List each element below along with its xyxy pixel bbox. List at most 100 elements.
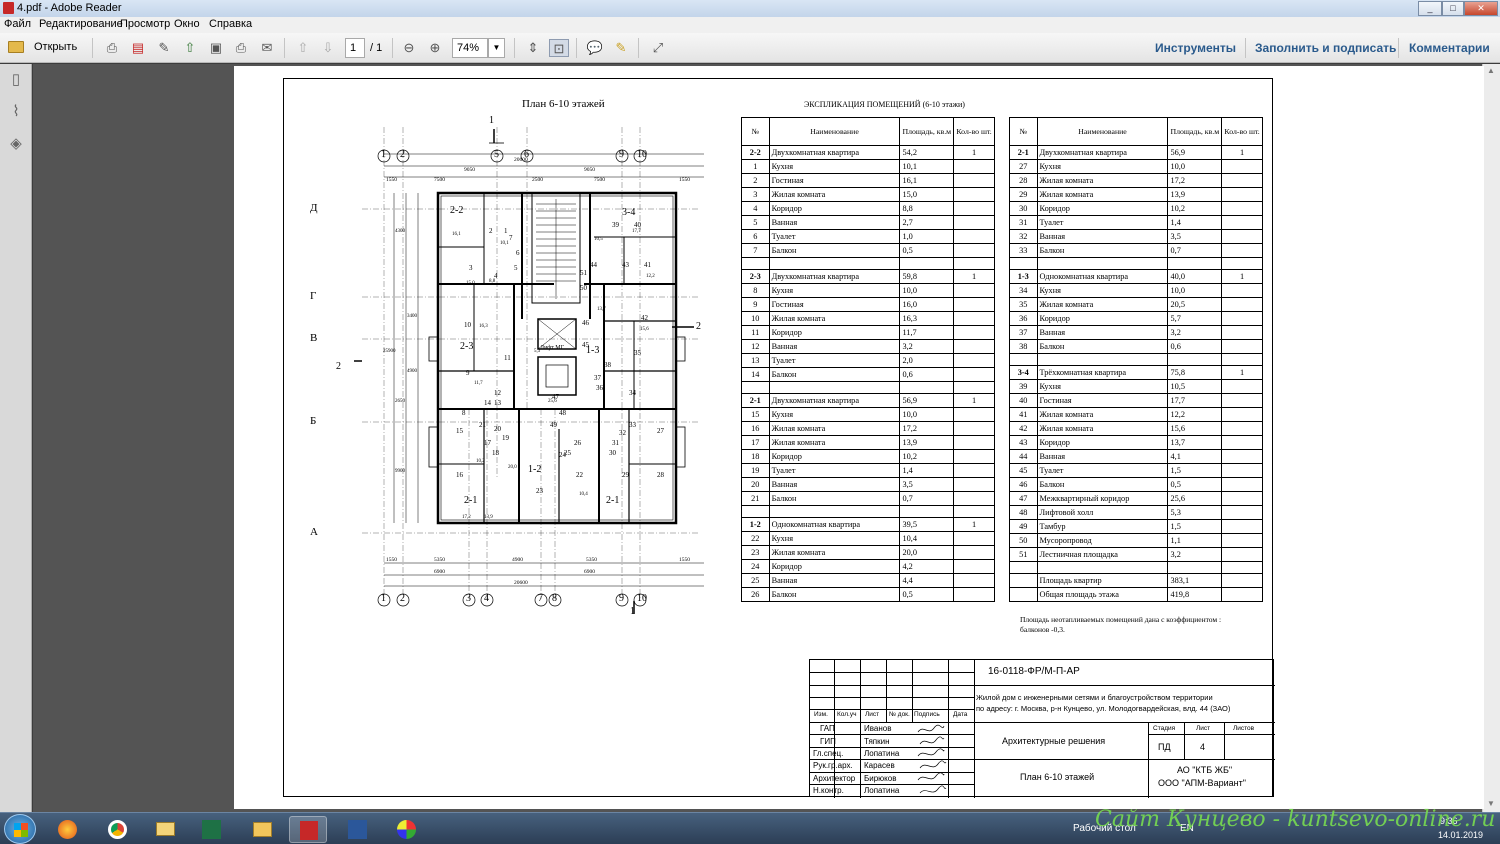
paint-icon[interactable]	[387, 816, 425, 843]
stage-value: ПД	[1158, 742, 1171, 752]
table-row: 20 Ванная 3,5	[741, 477, 995, 492]
menu-view[interactable]: Просмотр	[120, 18, 170, 30]
cell-qty	[1221, 379, 1263, 394]
tools-link[interactable]: Инструменты	[1155, 41, 1236, 55]
comment-icon[interactable]: 💬	[585, 39, 605, 57]
apartment-label: 2-2	[450, 205, 464, 216]
explication-note-1: Площадь неотапливаемых помещений дана с …	[1020, 615, 1222, 624]
apartment-label: 3-4	[622, 207, 636, 218]
axis-label-left: Д	[310, 202, 318, 214]
room-number: 30	[609, 449, 616, 457]
excel-icon[interactable]	[192, 816, 230, 843]
fit-width-icon[interactable]: ⊡	[549, 39, 569, 57]
axis-label-top: 5	[494, 149, 499, 160]
table-row: 25 Ванная 4,4	[741, 573, 995, 588]
page-thumbnails-icon[interactable]: ▯	[6, 70, 26, 90]
edit-pdf-icon[interactable]: ✎	[154, 39, 174, 57]
section-mark: 1	[630, 606, 635, 617]
start-button[interactable]	[4, 814, 36, 844]
project-line-1: Жилой дом с инженерными сетями и благоус…	[976, 693, 1213, 702]
room-number: 44	[590, 261, 597, 269]
cell-qty	[1221, 573, 1263, 588]
sheets-header: Листов	[1233, 725, 1255, 732]
room-number: 29	[622, 471, 629, 479]
table-row: 15 Кухня 10,0	[741, 407, 995, 422]
next-page-icon[interactable]: ⇩	[318, 39, 338, 57]
drawing-name: План 6-10 этажей	[1020, 772, 1095, 782]
create-pdf-icon[interactable]: ⎙	[102, 39, 122, 57]
cell-no: 6	[741, 229, 770, 244]
cell-qty: 1	[953, 269, 995, 284]
cell-no: 15	[741, 407, 770, 422]
cell-qty	[1221, 229, 1263, 244]
word-icon[interactable]	[338, 816, 376, 843]
email-icon[interactable]: ✉	[257, 39, 277, 57]
room-number: 28	[657, 471, 664, 479]
section-mark: 1	[489, 115, 494, 126]
cell-area: 10,0	[1167, 159, 1223, 174]
explorer-icon[interactable]	[243, 816, 281, 843]
zoom-out-icon[interactable]: ⊖	[399, 39, 419, 57]
menu-edit[interactable]: Редактирование	[39, 18, 123, 30]
table-row: 46 Балкон 0,5	[1009, 477, 1263, 492]
table-row: 4 Коридор 8,8	[741, 201, 995, 216]
print-icon[interactable]: ⎙	[231, 39, 251, 57]
cell-name: Гостиная	[768, 297, 901, 312]
page-number-input[interactable]: 1	[345, 38, 365, 58]
cell-no: 43	[1009, 435, 1038, 450]
room-number: 15	[456, 427, 463, 435]
attachments-icon[interactable]: ⌇	[6, 102, 26, 122]
fullscreen-icon[interactable]: ⤢	[648, 39, 668, 57]
mail-icon[interactable]	[146, 816, 184, 843]
cell-name: Коридор	[1036, 311, 1169, 326]
fill-sign-link[interactable]: Заполнить и подписать	[1255, 41, 1396, 55]
cell-name: Кухня	[1036, 283, 1169, 298]
table-row: 31 Туалет 1,4	[1009, 215, 1263, 230]
cell-name: Кухня	[768, 531, 901, 546]
cell-area: 2,7	[899, 215, 955, 230]
vertical-scrollbar[interactable]: ▲ ▼	[1482, 64, 1500, 812]
room-number: 46	[582, 319, 589, 327]
close-button[interactable]: ✕	[1464, 1, 1498, 16]
maximize-button[interactable]: □	[1442, 1, 1464, 16]
axis-label-bottom: 1	[381, 593, 386, 604]
layers-icon[interactable]: ◈	[6, 134, 26, 154]
dimension-top: 1550	[386, 177, 397, 183]
cell-area: 0,6	[899, 367, 955, 382]
adobe-reader-taskbar-icon[interactable]	[289, 816, 327, 843]
section-mark: 2	[696, 321, 701, 332]
cell-no: 29	[1009, 187, 1038, 202]
prev-page-icon[interactable]: ⇧	[293, 39, 313, 57]
menu-window[interactable]: Окно	[174, 18, 200, 30]
open-button[interactable]: Открыть	[6, 38, 84, 58]
highlight-icon[interactable]: ✎	[611, 39, 631, 57]
cell-qty	[1221, 311, 1263, 326]
menu-file[interactable]: Файл	[4, 18, 31, 30]
cell-area: 16,0	[899, 297, 955, 312]
chrome-icon[interactable]	[98, 816, 136, 843]
zoom-in-icon[interactable]: ⊕	[425, 39, 445, 57]
cell-qty	[1221, 505, 1263, 520]
comments-link[interactable]: Комментарии	[1409, 41, 1490, 55]
fit-page-icon[interactable]: ⇕	[523, 39, 543, 57]
upload-icon[interactable]: ⇧	[180, 39, 200, 57]
firefox-icon[interactable]	[48, 816, 86, 843]
scroll-up-icon[interactable]: ▲	[1487, 66, 1495, 75]
zoom-dropdown-chevron-down-icon[interactable]: ▼	[488, 38, 505, 58]
save-icon[interactable]: ▣	[206, 39, 226, 57]
zoom-input[interactable]: 74%	[452, 38, 488, 58]
table-row: 45 Туалет 1,5	[1009, 463, 1263, 478]
name-glspec: Лопатина	[864, 749, 900, 758]
minimize-button[interactable]: _	[1418, 1, 1442, 16]
cell-area: 16,3	[899, 311, 955, 326]
room-number: 10	[464, 321, 471, 329]
cell-qty	[1221, 339, 1263, 354]
menu-help[interactable]: Справка	[209, 18, 252, 30]
cell-qty	[953, 297, 995, 312]
name-gip: Тяпкин	[864, 737, 890, 746]
room-area: 20,0	[508, 465, 517, 470]
export-pdf-icon[interactable]: ▤	[128, 39, 148, 57]
cell-no: 9	[741, 297, 770, 312]
room-number: 26	[574, 439, 581, 447]
cell-area: 3,5	[899, 477, 955, 492]
